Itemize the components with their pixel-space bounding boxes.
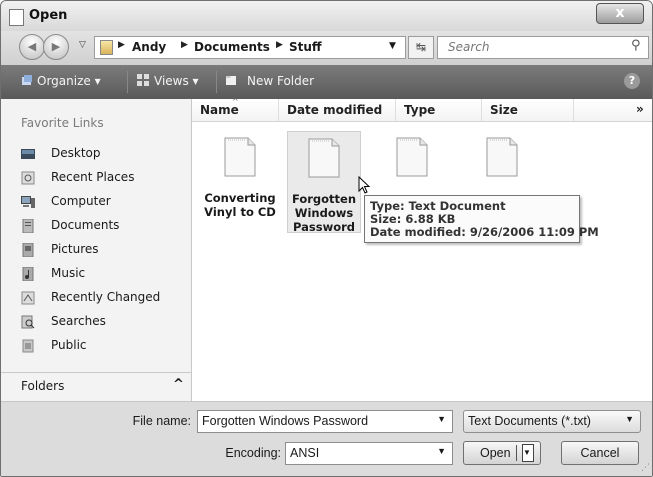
text-document-icon	[224, 137, 256, 177]
encoding-select[interactable]: ANSI ▼	[285, 442, 453, 465]
file-item[interactable]: Forgotten Windows Password	[287, 131, 361, 234]
new-folder-button[interactable]: New Folder	[247, 74, 314, 88]
toolbar-divider	[216, 71, 217, 93]
address-bar-area: ◀ ▶ ▽ ▶ Andy ▶ Documents ▶ Stuff ▼ ↹ Sea…	[1, 31, 652, 65]
folders-label: Folders	[21, 379, 65, 393]
close-button[interactable]: x	[596, 3, 644, 24]
chevron-up-icon: ^	[173, 377, 184, 392]
navigation-pane: Favorite Links Desktop Recent Places Com…	[1, 99, 192, 401]
text-document-icon	[308, 138, 340, 178]
organize-icon	[22, 75, 32, 85]
file-name-label: Converting Vinyl to CD	[204, 191, 276, 219]
command-toolbar: Organize ▾ Views ▾ New Folder ?	[1, 65, 652, 99]
folders-toggle[interactable]: Folders ^	[1, 372, 191, 401]
open-button[interactable]: Open ▼	[463, 441, 541, 465]
recently-changed-icon	[21, 291, 35, 305]
column-divider[interactable]	[481, 99, 482, 121]
dropdown-arrow-icon[interactable]: ▼	[625, 414, 634, 424]
tooltip-type: Type: Text Document	[370, 199, 506, 213]
text-document-icon	[396, 137, 428, 177]
favorite-link-label: Computer	[51, 194, 111, 208]
cancel-button[interactable]: Cancel	[561, 441, 639, 465]
column-size[interactable]: Size	[490, 103, 518, 117]
searches-icon	[21, 315, 35, 329]
documents-icon	[22, 219, 34, 233]
favorite-link-label: Music	[51, 266, 86, 280]
text-document-icon	[486, 137, 518, 177]
search-input[interactable]: Search ⚲	[437, 36, 649, 59]
music-icon	[22, 267, 34, 281]
dropdown-arrow-icon[interactable]: ▼	[437, 414, 446, 424]
file-name-combobox[interactable]: Forgotten Windows Password ▼	[197, 410, 453, 433]
organize-button[interactable]: Organize ▾	[37, 74, 101, 88]
sort-ascending-icon: ^	[232, 97, 239, 106]
file-type-value: Text Documents (*.txt)	[468, 414, 591, 428]
recent-pages-dropdown-icon[interactable]: ▽	[79, 40, 86, 50]
file-list-pane: Name ^ Date modified Type Size » Convert…	[192, 97, 652, 401]
column-divider[interactable]	[278, 99, 279, 121]
resize-grip-icon[interactable]: ⋰	[641, 463, 650, 473]
computer-icon	[21, 196, 35, 208]
tooltip-date-modified: Date modified: 9/26/2006 11:09 PM	[370, 225, 599, 239]
file-name-label: File name:	[132, 414, 191, 428]
file-item[interactable]: Converting Vinyl to CD	[204, 131, 276, 231]
more-columns-button[interactable]: »	[636, 102, 644, 116]
breadcrumb-separator-icon[interactable]: ▶	[118, 40, 125, 50]
open-button-label: Open	[480, 446, 511, 460]
breadcrumb-separator-icon[interactable]: ▶	[276, 40, 283, 50]
file-name-label: Forgotten Windows Password	[291, 192, 357, 234]
refresh-button[interactable]: ↹	[408, 36, 434, 59]
column-header: Name ^ Date modified Type Size »	[192, 97, 652, 122]
public-icon	[22, 339, 34, 353]
title-bar: Open x	[1, 1, 652, 31]
new-folder-icon	[226, 76, 236, 85]
split-divider	[516, 445, 517, 461]
dialog-footer: File name: Forgotten Windows Password ▼ …	[1, 401, 652, 476]
encoding-label: Encoding:	[225, 446, 281, 460]
open-options-dropdown-icon[interactable]: ▼	[522, 444, 534, 462]
file-name-value: Forgotten Windows Password	[202, 414, 369, 428]
views-button[interactable]: Views ▾	[154, 74, 199, 88]
favorite-link-label: Recently Changed	[51, 290, 161, 304]
column-type[interactable]: Type	[404, 103, 435, 117]
open-dialog: Open x ◀ ▶ ▽ ▶ Andy ▶ Documents ▶ Stuff …	[0, 0, 653, 477]
search-icon[interactable]: ⚲	[631, 38, 641, 53]
favorite-link-label: Pictures	[51, 242, 99, 256]
dropdown-arrow-icon[interactable]: ▼	[437, 446, 446, 456]
views-label: Views	[154, 74, 189, 88]
favorite-link-label: Public	[51, 338, 87, 352]
breadcrumb-andy[interactable]: Andy	[132, 40, 166, 54]
recent-places-icon	[21, 171, 35, 185]
favorite-links-heading: Favorite Links	[21, 116, 104, 130]
column-divider[interactable]	[573, 99, 574, 121]
file-type-select[interactable]: Text Documents (*.txt) ▼	[463, 410, 641, 433]
tooltip-size: Size: 6.88 KB	[370, 212, 456, 226]
forward-button[interactable]: ▶	[43, 34, 69, 60]
folder-icon	[100, 40, 113, 55]
desktop-icon	[21, 149, 35, 159]
window-title: Open	[29, 8, 68, 23]
organize-label: Organize	[37, 74, 91, 88]
mouse-pointer-icon	[358, 176, 371, 194]
breadcrumb-documents[interactable]: Documents	[194, 40, 270, 54]
encoding-value: ANSI	[290, 446, 320, 460]
back-button[interactable]: ◀	[19, 34, 45, 60]
breadcrumb-stuff[interactable]: Stuff	[289, 40, 322, 54]
column-divider[interactable]	[395, 99, 396, 121]
search-placeholder: Search	[448, 40, 490, 54]
file-info-tooltip: Type: Text Document Size: 6.88 KB Date m…	[364, 195, 599, 243]
favorite-link-label: Desktop	[51, 146, 101, 160]
address-dropdown-icon[interactable]: ▼	[389, 41, 396, 51]
views-icon	[137, 74, 149, 86]
notepad-icon	[9, 9, 24, 26]
breadcrumb-separator-icon[interactable]: ▶	[181, 40, 188, 50]
address-box[interactable]: ▶ Andy ▶ Documents ▶ Stuff ▼	[94, 36, 406, 59]
toolbar-divider	[127, 71, 128, 93]
favorite-link-label: Recent Places	[51, 170, 135, 184]
pictures-icon	[22, 243, 34, 257]
favorite-link-label: Searches	[51, 314, 106, 328]
column-date-modified[interactable]: Date modified	[287, 103, 382, 117]
help-icon[interactable]: ?	[624, 73, 640, 89]
favorite-link-label: Documents	[51, 218, 120, 232]
